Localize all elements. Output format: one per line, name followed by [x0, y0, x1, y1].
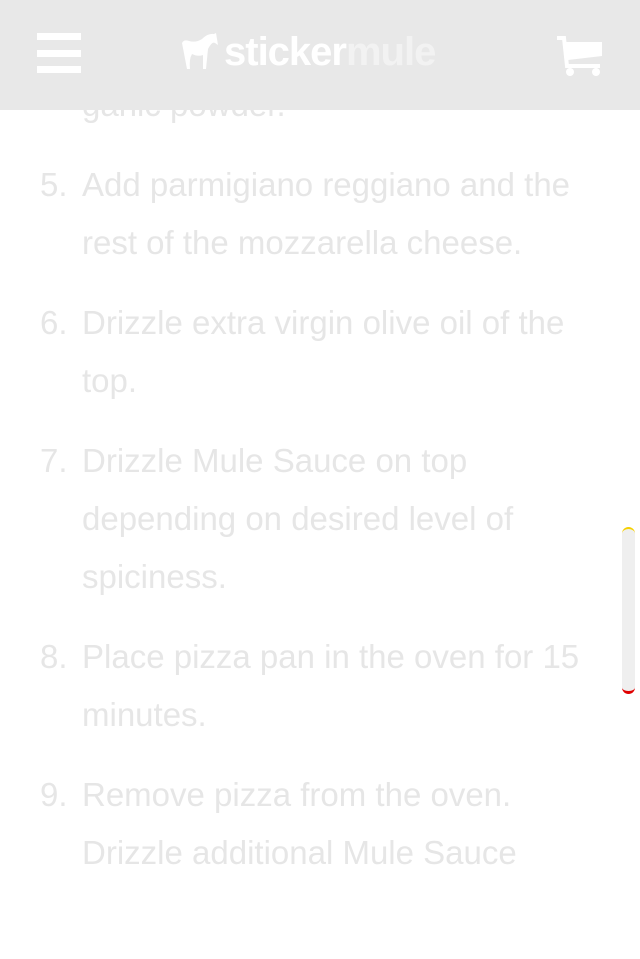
recipe-steps: garlic powder. 5.Add parmigiano reggiano…	[0, 76, 640, 904]
stickermule-logo[interactable]: sticker mule	[180, 30, 436, 75]
scrollbar-thumb[interactable]	[622, 527, 635, 694]
step-number: 6.	[40, 304, 68, 341]
step-text: Remove pizza from the oven. Drizzle addi…	[82, 776, 517, 871]
step-number: 9.	[40, 776, 68, 813]
step-number: 7.	[40, 442, 68, 479]
logo-text-sticker: sticker	[224, 30, 347, 74]
step-text: Drizzle Mule Sauce on top depending on d…	[82, 442, 514, 595]
step-item: 8. Place pizza pan in the oven for 15 min…	[0, 628, 640, 744]
hamburger-menu-icon[interactable]	[37, 33, 81, 73]
step-text: Drizzle extra virgin olive oil of the to…	[82, 304, 565, 399]
cart-icon[interactable]	[556, 36, 604, 83]
step-text: Place pizza pan in the oven for 15 minut…	[82, 638, 580, 733]
step-text: Add parmigiano reggiano and the rest of …	[82, 166, 571, 261]
step-item: 7. Drizzle Mule Sauce on top depending on…	[0, 432, 640, 606]
step-number: 5.	[40, 166, 68, 203]
step-number: 8.	[40, 638, 68, 675]
logo-text-mule: mule	[345, 30, 436, 74]
top-nav-bar: sticker mule	[0, 0, 640, 110]
mule-icon	[182, 32, 218, 69]
step-item: 5. Add parmigiano reggiano and the rest o…	[0, 156, 640, 272]
step-item: 9. Remove pizza from the oven. Drizzle ad…	[0, 766, 640, 882]
step-item: 6. Drizzle extra virgin olive oil of the …	[0, 294, 640, 410]
